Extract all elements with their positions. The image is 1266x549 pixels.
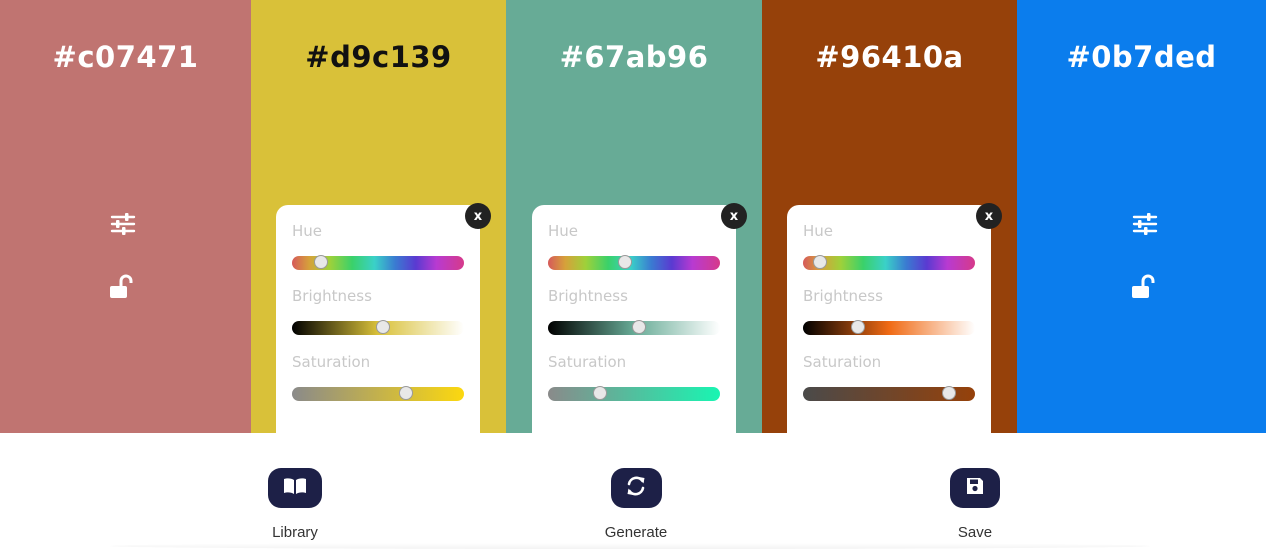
saturation-slider-thumb[interactable]: [592, 386, 607, 400]
color-column-3: #67ab96 x Hue Brightness Saturation: [506, 0, 762, 433]
hue-slider-thumb[interactable]: [618, 255, 633, 269]
saturation-label: Saturation: [548, 353, 627, 371]
adjust-panel: x Hue Brightness Saturation: [276, 203, 491, 433]
library-button[interactable]: [268, 468, 322, 508]
floppy-disk-icon: [966, 477, 984, 500]
generate-button[interactable]: [610, 468, 662, 508]
brightness-slider-thumb[interactable]: [851, 320, 866, 334]
toolbar-shadow: [110, 543, 1150, 549]
hue-label: Hue: [803, 222, 834, 240]
color-column-5: #0b7ded: [1017, 0, 1266, 433]
hue-slider-thumb[interactable]: [813, 255, 828, 269]
saturation-slider[interactable]: [292, 386, 464, 401]
close-icon[interactable]: x: [721, 203, 747, 229]
hue-slider[interactable]: [548, 255, 720, 270]
save-tool: Save: [905, 468, 1045, 541]
generate-tool: Generate: [566, 468, 706, 541]
brightness-slider-thumb[interactable]: [632, 320, 647, 334]
unlock-icon[interactable]: [109, 274, 135, 300]
saturation-label: Saturation: [803, 353, 882, 371]
saturation-label: Saturation: [292, 353, 371, 371]
saturation-slider-thumb[interactable]: [398, 386, 413, 400]
color-hex-label[interactable]: #d9c139: [251, 40, 506, 74]
brightness-slider[interactable]: [803, 320, 975, 335]
hue-label: Hue: [292, 222, 323, 240]
unlock-icon[interactable]: [1131, 274, 1157, 300]
saturation-slider[interactable]: [803, 386, 975, 401]
color-hex-label[interactable]: #c07471: [0, 40, 251, 74]
brightness-slider-thumb[interactable]: [376, 320, 391, 334]
generate-label: Generate: [604, 524, 668, 541]
brightness-label: Brightness: [548, 287, 628, 305]
sliders-icon[interactable]: [1132, 212, 1158, 236]
color-hex-label[interactable]: #96410a: [762, 40, 1017, 74]
brightness-slider[interactable]: [292, 320, 464, 335]
sliders-icon[interactable]: [110, 212, 136, 236]
color-column-1: #c07471: [0, 0, 251, 433]
hue-slider[interactable]: [803, 255, 975, 270]
saturation-slider[interactable]: [548, 386, 720, 401]
library-tool: Library: [225, 468, 365, 541]
hue-label: Hue: [548, 222, 579, 240]
save-button[interactable]: [950, 468, 1000, 508]
color-column-2: #d9c139 x Hue Brightness Saturation: [251, 0, 506, 433]
brightness-label: Brightness: [803, 287, 883, 305]
refresh-icon: [625, 475, 647, 502]
book-icon: [283, 477, 307, 500]
save-label: Save: [957, 524, 993, 541]
hue-slider[interactable]: [292, 255, 464, 270]
color-hex-label[interactable]: #0b7ded: [1017, 40, 1266, 74]
adjust-panel: x Hue Brightness Saturation: [787, 203, 1002, 433]
brightness-slider[interactable]: [548, 320, 720, 335]
bottom-toolbar: Library Generate Save: [0, 433, 1266, 549]
brightness-label: Brightness: [292, 287, 372, 305]
library-label: Library: [272, 524, 318, 541]
adjust-panel: x Hue Brightness Saturation: [532, 203, 747, 433]
hue-slider-thumb[interactable]: [314, 255, 329, 269]
color-column-4: #96410a x Hue Brightness Saturation: [762, 0, 1017, 433]
color-hex-label[interactable]: #67ab96: [506, 40, 762, 74]
close-icon[interactable]: x: [976, 203, 1002, 229]
color-palette: #c07471 #d9c139 x Hue Brightness Saturat…: [0, 0, 1266, 433]
saturation-slider-thumb[interactable]: [942, 386, 957, 400]
close-icon[interactable]: x: [465, 203, 491, 229]
